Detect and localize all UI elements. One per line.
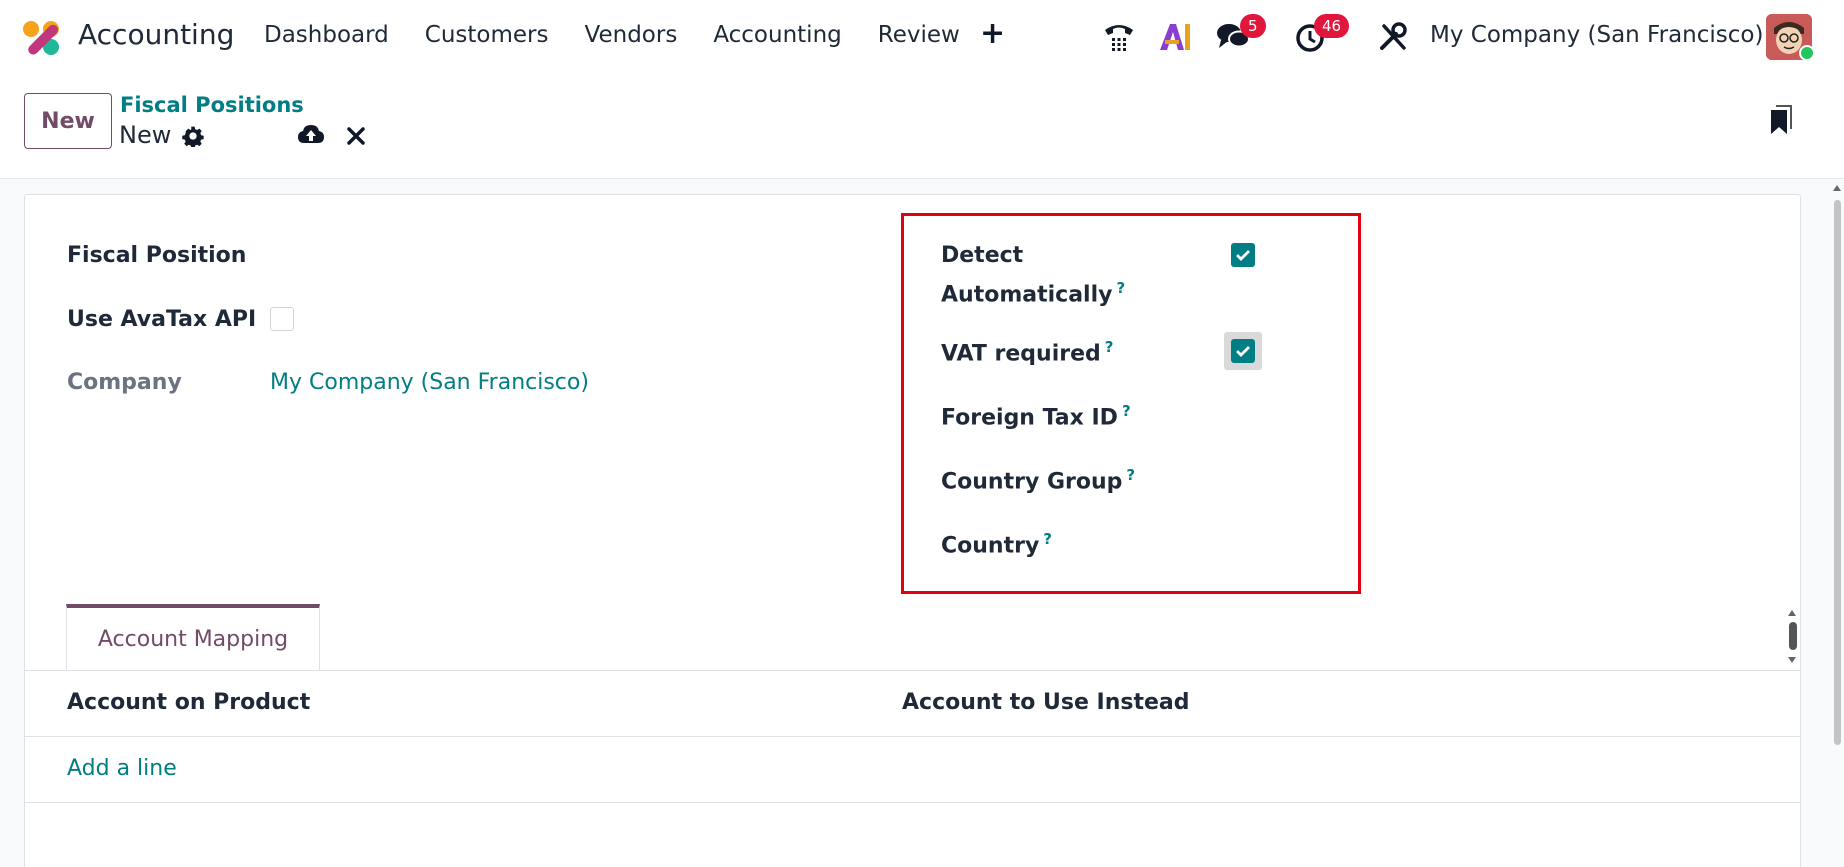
use-avatax-checkbox[interactable] [270,307,294,331]
column-header-account-to-use-instead[interactable]: Account to Use Instead [902,690,1190,715]
discard-close-icon[interactable] [347,127,365,145]
tab-divider [24,670,1801,671]
record-name: New [119,121,172,149]
table-header-divider [24,736,1801,737]
inner-scroll-down-arrow-icon[interactable] [1787,656,1797,664]
bookmark-icon[interactable] [1770,105,1792,135]
activity-badge: 46 [1314,14,1350,38]
scroll-up-arrow-icon[interactable] [1832,184,1842,192]
column-header-account-on-product[interactable]: Account on Product [67,690,310,715]
inner-scrollbar-thumb[interactable] [1789,622,1797,650]
menu-item-dashboard[interactable]: Dashboard [264,22,389,48]
app-title[interactable]: Accounting [78,18,234,51]
menu-item-accounting[interactable]: Accounting [713,22,841,48]
tab-account-mapping[interactable]: Account Mapping [66,604,320,670]
phone-icon[interactable] [1102,20,1136,54]
use-avatax-label: Use AvaTax API [67,307,257,332]
main-menu: Dashboard Customers Vendors Accounting R… [264,22,960,48]
online-status-dot [1799,45,1815,61]
add-menu-button[interactable]: + [980,16,1005,51]
company-switcher[interactable]: My Company (San Francisco) [1430,22,1763,48]
table-row-divider [24,802,1801,803]
menu-item-vendors[interactable]: Vendors [585,22,678,48]
company-field[interactable]: My Company (San Francisco) [270,370,589,395]
main-scrollbar-thumb[interactable] [1834,200,1841,745]
inner-scroll-up-arrow-icon[interactable] [1787,609,1797,617]
ai-icon[interactable] [1158,22,1192,52]
breadcrumb-fiscal-positions[interactable]: Fiscal Positions [120,93,304,117]
company-label: Company [67,370,182,395]
menu-item-customers[interactable]: Customers [425,22,549,48]
control-panel: New Fiscal Positions New [0,75,1844,179]
accounting-logo-icon[interactable] [22,20,60,56]
gear-icon[interactable] [182,125,204,147]
add-a-line-link[interactable]: Add a line [67,756,177,781]
fiscal-position-label: Fiscal Position [67,243,247,268]
new-button[interactable]: New [24,93,112,149]
tools-icon[interactable] [1378,22,1408,52]
menu-item-review[interactable]: Review [878,22,960,48]
save-cloud-icon[interactable] [297,123,325,147]
highlight-annotation-box [901,213,1361,594]
top-navbar: Accounting Dashboard Customers Vendors A… [0,0,1844,75]
chat-badge: 5 [1240,14,1266,38]
